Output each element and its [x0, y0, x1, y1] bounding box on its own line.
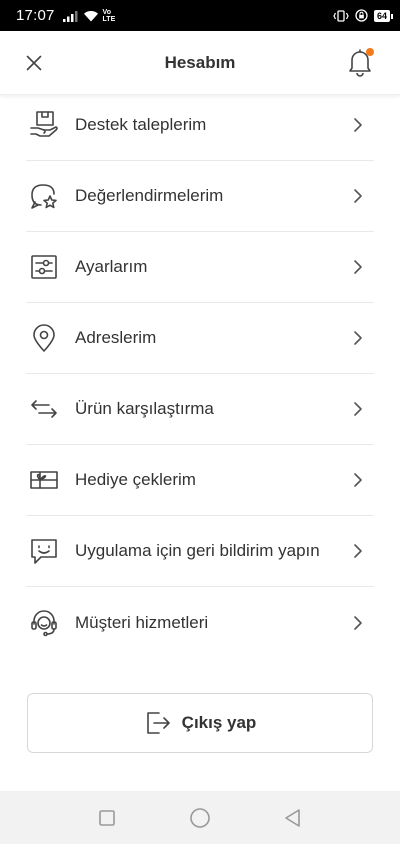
page-title: Hesabım	[164, 52, 236, 72]
menu-item-reviews[interactable]: Değerlendirmelerim	[26, 161, 374, 232]
menu-item-label: Değerlendirmelerim	[75, 186, 224, 205]
chevron-right-icon	[350, 472, 366, 488]
location-pin-icon	[28, 322, 60, 354]
headset-icon	[28, 607, 60, 639]
compare-arrows-icon	[28, 393, 60, 425]
home-button[interactable]	[189, 807, 211, 829]
status-bar: 17:07 Vo LTE 64	[0, 0, 400, 31]
menu-item-label: Müşteri hizmetleri	[75, 612, 209, 632]
menu-item-label: Uygulama için geri bildirim yapın	[75, 541, 320, 560]
menu-item-label: Ayarlarım	[75, 257, 148, 276]
chevron-right-icon	[350, 330, 366, 346]
menu-item-label: Adreslerim	[75, 328, 157, 347]
triangle-back-icon	[285, 808, 301, 827]
logout-icon	[146, 712, 170, 734]
logout-button[interactable]: Çıkış yap	[27, 693, 373, 753]
vibrate-icon	[333, 9, 349, 22]
chevron-right-icon	[350, 543, 366, 559]
battery-indicator: 64	[373, 9, 394, 22]
menu-item-app-feedback[interactable]: Uygulama için geri bildirim yapın	[26, 516, 374, 587]
settings-sliders-icon	[28, 251, 60, 283]
menu-item-settings[interactable]: Ayarlarım	[26, 232, 374, 303]
menu-item-product-compare[interactable]: Ürün karşılaştırma	[26, 374, 374, 445]
chevron-right-icon	[350, 117, 366, 133]
menu-item-label: Destek taleplerim	[75, 115, 207, 134]
menu-item-support-requests[interactable]: Destek taleplerim	[26, 90, 374, 161]
chevron-right-icon	[350, 615, 366, 631]
support-box-hand-icon	[28, 109, 60, 141]
status-right-icons: 64	[333, 9, 394, 22]
feedback-smile-icon	[28, 535, 60, 567]
notifications-button[interactable]	[346, 47, 374, 77]
menu-item-label: Ürün karşılaştırma	[75, 399, 214, 418]
system-nav-bar	[0, 791, 400, 844]
chevron-right-icon	[350, 188, 366, 204]
menu-item-customer-service[interactable]: Müşteri hizmetleri	[26, 587, 374, 658]
notification-dot	[366, 48, 374, 56]
status-left-icons: Vo LTE	[62, 8, 116, 23]
back-button[interactable]	[282, 807, 304, 829]
circle-icon	[190, 807, 210, 828]
chevron-right-icon	[350, 401, 366, 417]
wifi-icon	[83, 10, 98, 21]
gift-voucher-icon	[28, 464, 60, 496]
square-icon	[98, 809, 115, 826]
logout-label: Çıkış yap	[181, 713, 257, 732]
close-button[interactable]	[22, 51, 46, 75]
menu-item-label: Hediye çeklerim	[75, 470, 196, 489]
recent-apps-button[interactable]	[96, 807, 118, 829]
close-icon	[26, 55, 42, 71]
menu-item-addresses[interactable]: Adreslerim	[26, 303, 374, 374]
account-menu: Destek taleplerim Değerlendirmelerim Aya…	[0, 90, 400, 658]
menu-item-gift-vouchers[interactable]: Hediye çeklerim	[26, 445, 374, 516]
signal-icon	[62, 10, 78, 22]
chevron-right-icon	[350, 259, 366, 275]
review-star-bubble-icon	[28, 180, 60, 212]
volte-indicator: Vo LTE	[102, 8, 116, 23]
status-time: 17:07	[16, 7, 55, 24]
alarm-lock-icon	[355, 9, 368, 22]
app-header: Hesabım	[0, 31, 400, 95]
